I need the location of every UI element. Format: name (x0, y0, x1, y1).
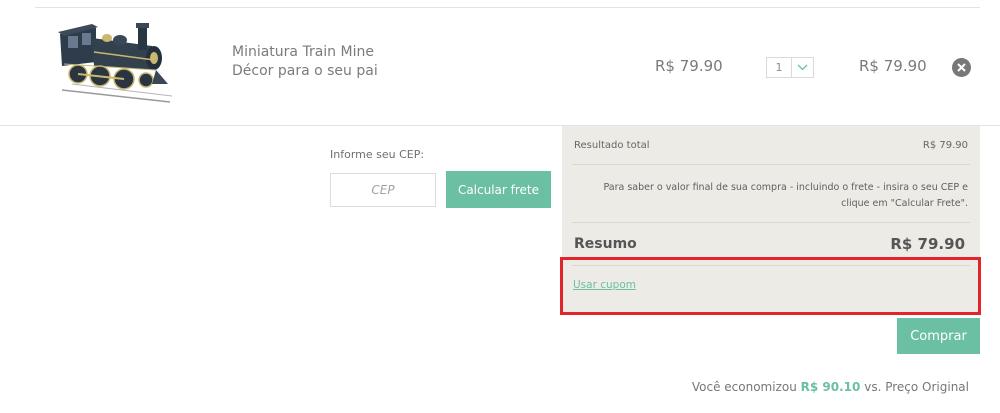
savings-text: Você economizou R$ 90.10 vs. Preço Origi… (692, 380, 969, 394)
product-image[interactable] (52, 16, 176, 104)
locomotive-image (58, 23, 173, 103)
cep-label: Informe seu CEP: (330, 148, 425, 161)
order-summary-panel: Resultado total R$ 79.90 Para saber o va… (562, 126, 980, 314)
summary-divider (572, 164, 970, 165)
savings-suffix: vs. Preço Original (864, 380, 969, 394)
quantity-select[interactable]: 1 (766, 57, 814, 78)
resumo-label: Resumo (574, 236, 637, 252)
use-coupon-link[interactable]: Usar cupom (573, 279, 636, 291)
product-name[interactable]: Miniatura Train Mine Décor para o seu pa… (232, 43, 378, 81)
savings-prefix: Você economizou (691, 380, 797, 394)
remove-item-button[interactable] (952, 58, 971, 77)
calculate-shipping-button[interactable]: Calcular frete (446, 171, 551, 208)
shipping-info-line2: clique em "Calcular Frete". (841, 198, 968, 209)
chevron-down-icon (797, 64, 808, 71)
cep-input[interactable] (330, 173, 436, 207)
resumo-value: R$ 79.90 (890, 235, 965, 253)
savings-amount: R$ 90.10 (800, 380, 861, 394)
close-icon (957, 63, 966, 72)
item-total-price: R$ 79.90 (859, 57, 927, 75)
quantity-value: 1 (775, 61, 783, 74)
summary-divider (572, 265, 970, 266)
product-name-line2: Décor para o seu pai (232, 63, 378, 79)
unit-price: R$ 79.90 (655, 57, 723, 75)
top-divider (35, 7, 980, 8)
shipping-info-text: Para saber o valor final de sua compra -… (574, 180, 968, 212)
buy-button[interactable]: Comprar (897, 318, 980, 354)
result-total-label: Resultado total (574, 140, 650, 151)
shipping-info-line1: Para saber o valor final de sua compra -… (603, 182, 968, 193)
summary-divider (572, 222, 970, 223)
result-total-value: R$ 79.90 (922, 140, 968, 151)
product-name-line1: Miniatura Train Mine (232, 44, 374, 60)
quantity-dropdown-button[interactable] (792, 58, 813, 77)
